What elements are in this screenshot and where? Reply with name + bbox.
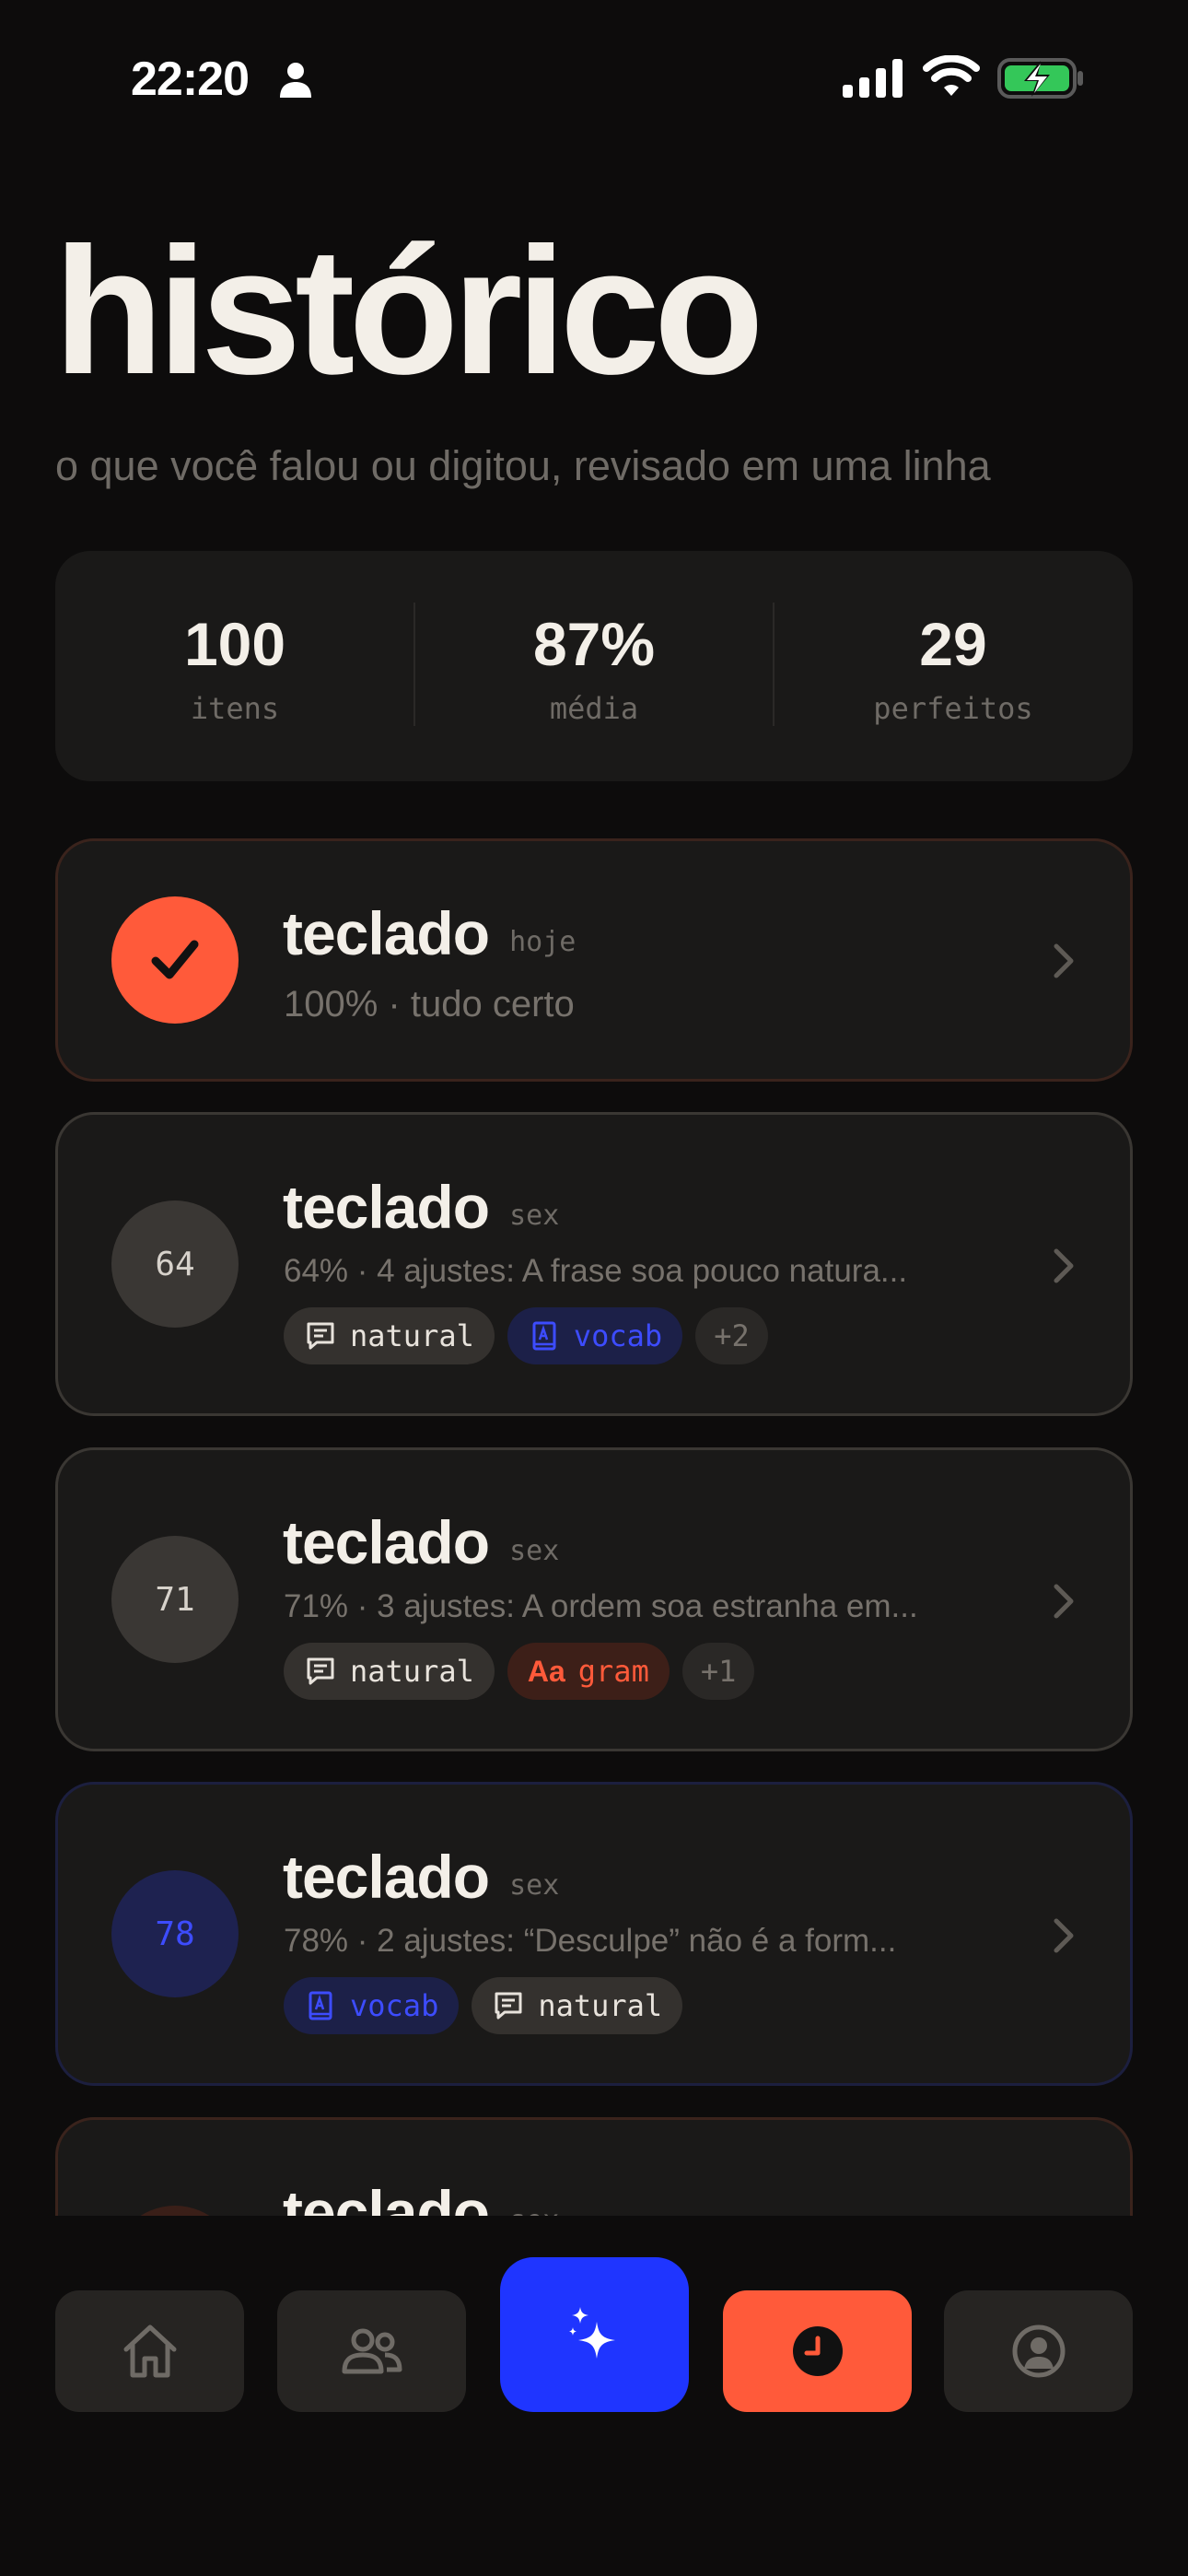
page-subtitle: o que você falou ou digitou, revisado em… [55, 442, 991, 489]
friends-icon [342, 2328, 402, 2374]
score-badge [111, 896, 239, 1024]
profile-icon [1012, 2324, 1065, 2378]
tag-vocab: vocab [507, 1307, 683, 1364]
grammar-icon: Aa [527, 1654, 565, 1688]
entry-summary: 100% · tudo certo [284, 984, 575, 1025]
stat-value: 29 [919, 610, 987, 678]
chat-icon [307, 1657, 334, 1685]
tag-more: +2 [695, 1307, 768, 1364]
clock-icon [792, 2326, 843, 2376]
tag-label: vocab [573, 1318, 663, 1353]
book-icon [309, 1991, 332, 2020]
score-badge: 64 [111, 1200, 239, 1328]
tag-natural: natural [284, 1307, 495, 1364]
entry-title-text: teclado [283, 1843, 490, 1911]
entry-title-text: teclado [283, 1508, 490, 1576]
tag-label: natural [350, 1654, 474, 1689]
book-icon [532, 1321, 556, 1351]
entry-title: teclado sex [283, 1842, 559, 1912]
tag-list: natural Aa gram +1 [284, 1643, 755, 1700]
tag-grammar: Aa gram [507, 1643, 670, 1700]
entry-date: sex [509, 2205, 559, 2216]
stat-value: 100 [183, 610, 286, 678]
stats-card: 100 itens 87% média 29 perfeitos [55, 551, 1133, 781]
tab-bar [0, 2216, 1188, 2576]
tab-friends[interactable] [277, 2290, 466, 2412]
tag-label: natural [538, 1988, 663, 2023]
home-icon [123, 2324, 176, 2378]
entry-title-text: teclado [283, 2178, 490, 2216]
chevron-right-icon [1054, 1584, 1074, 1619]
tag-label: natural [350, 1318, 474, 1353]
stat-label: perfeitos [873, 691, 1033, 726]
stat-items: 100 itens [55, 551, 414, 781]
entry-summary: 71% · 3 ajustes: A ordem soa estranha em… [284, 1588, 918, 1624]
stat-label: média [549, 691, 639, 726]
page-title: histórico [53, 210, 764, 412]
stat-label: itens [190, 691, 280, 726]
tag-list: natural vocab +2 [284, 1307, 768, 1364]
entry-date: sex [509, 1535, 560, 1567]
wifi-icon [923, 55, 980, 96]
entry-title-text: teclado [283, 1173, 490, 1241]
entry-title-text: teclado [283, 899, 490, 967]
battery-charging-icon [997, 58, 1083, 99]
entry-summary: 78% · 2 ajustes: “Desculpe” não é a form… [284, 1923, 897, 1959]
stat-perfect: 29 perfeitos [774, 551, 1133, 781]
entry-summary: 64% · 4 ajustes: A frase soa pouco natur… [284, 1253, 908, 1289]
tab-profile[interactable] [944, 2290, 1133, 2412]
tag-label: vocab [350, 1988, 439, 2023]
tag-natural: natural [472, 1977, 683, 2034]
tag-label: gram [577, 1654, 649, 1689]
entry-title: teclado sex [283, 2177, 559, 2216]
status-time: 22:20 [131, 53, 250, 106]
stat-value: 87% [532, 610, 656, 678]
tag-vocab: vocab [284, 1977, 460, 2034]
history-entry[interactable]: 71 teclado sex 71% · 3 ajustes: A ordem s… [55, 1447, 1133, 1751]
signal-icon [843, 59, 903, 98]
entry-title: teclado hoje [283, 898, 576, 968]
stat-average: 87% média [414, 551, 774, 781]
check-icon [151, 940, 199, 979]
history-list[interactable]: teclado hoje 100% · tudo certo 64 teclado… [0, 811, 1188, 2216]
chat-icon [495, 1992, 522, 2020]
entry-date: sex [509, 1200, 560, 1232]
score-badge: 71 [111, 1536, 239, 1663]
sparkle-icon [568, 2307, 615, 2359]
tab-assistant[interactable] [500, 2257, 689, 2412]
status-bar: 22:20 [0, 0, 1188, 161]
chat-icon [307, 1322, 334, 1350]
tag-natural: natural [284, 1643, 495, 1700]
tab-home[interactable] [55, 2290, 244, 2412]
entry-title: teclado sex [283, 1172, 559, 1242]
score-badge [111, 2206, 239, 2216]
chevron-right-icon [1054, 1918, 1074, 1953]
history-entry[interactable]: 64 teclado sex 64% · 4 ajustes: A frase s… [55, 1112, 1133, 1416]
chevron-right-icon [1054, 943, 1074, 978]
tag-list: vocab natural [284, 1977, 683, 2034]
chevron-right-icon [1054, 1248, 1074, 1283]
tag-more: +1 [681, 1643, 755, 1700]
history-entry[interactable]: teclado hoje 100% · tudo certo [55, 838, 1133, 1082]
entry-date: hoje [509, 926, 577, 958]
entry-date: sex [509, 1869, 560, 1902]
history-entry[interactable]: teclado sex [55, 2117, 1133, 2216]
entry-title: teclado sex [283, 1507, 559, 1577]
history-entry[interactable]: 78 teclado sex 78% · 2 ajustes: “Desculpe… [55, 1782, 1133, 2086]
score-badge: 78 [111, 1870, 239, 1997]
person-icon [280, 63, 311, 98]
tab-history[interactable] [723, 2290, 912, 2412]
